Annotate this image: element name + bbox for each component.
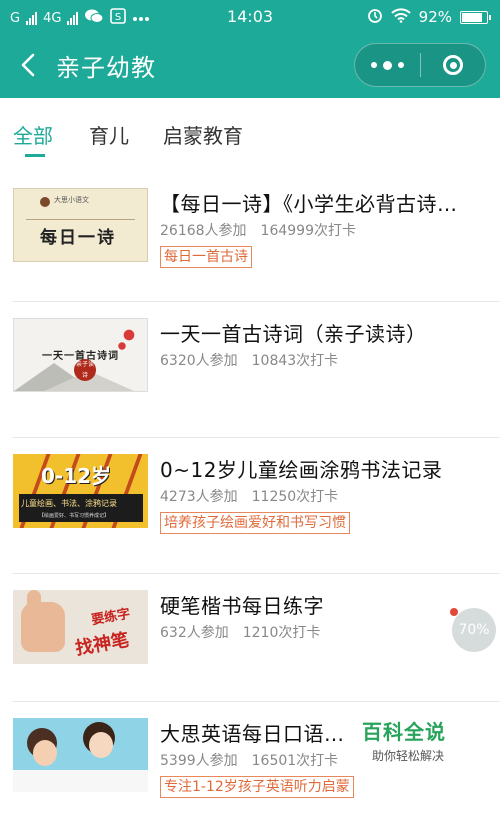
thumb-stamp: 亲子读诗 xyxy=(74,359,96,381)
thumb-title: 0-12岁 xyxy=(41,464,112,488)
more-menu-button[interactable] xyxy=(355,44,420,86)
clothing-shape xyxy=(13,770,148,792)
miniprogram-capsule xyxy=(354,43,486,87)
thumb-caption: 【绘画爱好、书写习惯养成记】 xyxy=(39,513,110,519)
seal-icon xyxy=(40,197,50,207)
battery-percent: 92% xyxy=(418,8,452,26)
participants-count: 632人参加 xyxy=(160,625,229,641)
item-stats: 5399人参加 16501次打卡 xyxy=(160,750,338,770)
participants-count: 5399人参加 xyxy=(160,753,238,769)
tab-active-indicator xyxy=(25,154,45,157)
thumb-subtitle: 找神笔 xyxy=(73,629,131,660)
list-item[interactable]: 0-12岁 儿童绘画、书法、涂鸦记录 【绘画爱好、书写习惯养成记】 0~12岁儿… xyxy=(0,438,500,574)
thumbs-up-icon xyxy=(21,590,65,652)
item-tag: 每日一首古诗 xyxy=(160,246,252,268)
alarm-icon xyxy=(367,7,383,27)
checkins-count: 10843次打卡 xyxy=(251,353,339,369)
item-tag: 专注1-12岁孩子英语听力启蒙 xyxy=(160,776,354,798)
thumb-title: 要练字 xyxy=(90,606,132,629)
item-title: 硬笔楷书每日练字 xyxy=(160,594,324,618)
back-icon[interactable] xyxy=(14,50,44,80)
status-bar: G 4G S 14:03 92% xyxy=(0,0,500,34)
list-item[interactable]: 一天一首古诗词 亲子读诗 一天一首古诗词（亲子读诗） 6320人参加 10843次… xyxy=(0,302,500,438)
item-title: 大思英语每日口语练习 xyxy=(160,722,350,746)
page-title: 亲子幼教 xyxy=(56,54,156,82)
close-miniprogram-button[interactable] xyxy=(421,55,485,75)
item-thumbnail: 大思小语文 每日一诗 xyxy=(13,188,148,262)
thumb-subtitle: 儿童绘画、书法、涂鸦记录 xyxy=(21,499,117,508)
item-thumbnail xyxy=(13,718,148,792)
checkins-count: 11250次打卡 xyxy=(251,489,339,505)
participants-count: 26168人参加 xyxy=(160,223,247,239)
list-item[interactable]: 要练字 找神笔 硬笔楷书每日练字 632人参加 1210次打卡 xyxy=(0,574,500,702)
tab-parenting[interactable]: 育儿 xyxy=(89,120,129,149)
child-face-shape xyxy=(33,740,57,766)
battery-icon xyxy=(460,10,491,24)
checkins-count: 164999次打卡 xyxy=(260,223,356,239)
nav-bar: 亲子幼教 xyxy=(0,34,500,98)
thumb-caption: 大思小语文 xyxy=(54,196,89,204)
progress-bubble[interactable]: 70% xyxy=(452,608,496,652)
item-title: 0~12岁儿童绘画涂鸦书法记录 xyxy=(160,458,443,482)
item-stats: 6320人参加 10843次打卡 xyxy=(160,350,338,370)
status-right: 92% xyxy=(367,7,491,27)
item-stats: 632人参加 1210次打卡 xyxy=(160,622,320,642)
item-tag: 培养孩子绘画爱好和书写习惯 xyxy=(160,512,350,534)
participants-count: 6320人参加 xyxy=(160,353,238,369)
item-title: 一天一首古诗词（亲子读诗） xyxy=(160,322,427,346)
thumb-title: 每日一诗 xyxy=(40,228,116,248)
item-stats: 4273人参加 11250次打卡 xyxy=(160,486,338,506)
checkins-count: 16501次打卡 xyxy=(251,753,339,769)
item-thumbnail: 要练字 找神笔 xyxy=(13,590,148,664)
checkins-count: 1210次打卡 xyxy=(242,625,321,641)
item-thumbnail: 一天一首古诗词 亲子读诗 xyxy=(13,318,148,392)
tab-all[interactable]: 全部 xyxy=(13,120,53,149)
category-tabs: 全部 育儿 启蒙教育 xyxy=(0,98,500,172)
tab-enlightenment[interactable]: 启蒙教育 xyxy=(163,120,243,149)
parent-face-shape xyxy=(89,732,113,758)
watermark-subtitle: 助你轻松解决 xyxy=(372,749,445,763)
item-title: 【每日一诗】《小学生必背古诗… xyxy=(160,192,458,216)
participants-count: 4273人参加 xyxy=(160,489,238,505)
item-stats: 26168人参加 164999次打卡 xyxy=(160,220,356,240)
target-icon xyxy=(443,55,463,75)
wifi-icon xyxy=(390,7,411,27)
thumb-divider xyxy=(26,219,135,220)
item-thumbnail: 0-12岁 儿童绘画、书法、涂鸦记录 【绘画爱好、书写习惯养成记】 xyxy=(13,454,148,528)
list-item[interactable]: 大思小语文 每日一诗 【每日一诗】《小学生必背古诗… 26168人参加 16499… xyxy=(0,172,500,302)
watermark-title: 百科全说 xyxy=(362,720,446,744)
watermark: 百科全说 助你轻松解决 xyxy=(362,716,472,764)
